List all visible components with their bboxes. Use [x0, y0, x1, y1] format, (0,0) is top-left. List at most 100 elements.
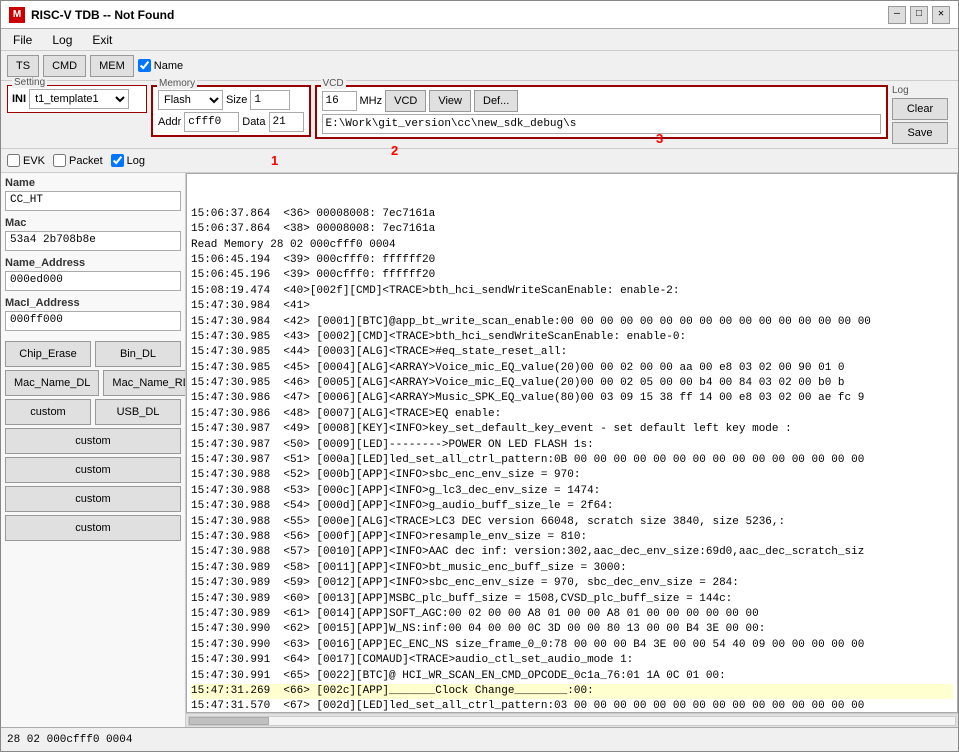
custom5-button[interactable]: custom — [5, 515, 181, 541]
log-line: 15:47:30.988 <56> [000f][APP]<INFO>resam… — [191, 530, 953, 545]
usb-dl-button[interactable]: USB_DL — [95, 399, 181, 425]
horizontal-scrollbar[interactable] — [186, 713, 958, 727]
window-title: RISC-V TDB -- Not Found — [31, 8, 174, 22]
custom1-button[interactable]: custom — [5, 399, 91, 425]
log-line: 15:47:30.990 <63> [0016][APP]EC_ENC_NS s… — [191, 638, 953, 653]
save-button[interactable]: Save — [892, 122, 948, 144]
evk-checkbox-label[interactable]: EVK — [7, 154, 45, 167]
log-line: 15:06:37.864 <38> 00008008: 7ec7161a — [191, 222, 953, 237]
log-line: 15:47:30.990 <62> [0015][APP]W_NS:inf:00… — [191, 622, 953, 637]
vcd-freq-input[interactable] — [322, 91, 357, 111]
vcd-section: VCD MHz VCD View Def... — [315, 85, 889, 139]
close-button[interactable]: ✕ — [932, 6, 950, 24]
log-line: 15:08:19.474 <40>[002f][CMD]<TRACE>bth_h… — [191, 284, 953, 299]
log-line: 15:47:30.988 <53> [000c][APP]<INFO>g_lc3… — [191, 484, 953, 499]
app-icon: M — [9, 7, 25, 23]
name-checkbox-label[interactable]: Name — [138, 59, 183, 72]
mac-name-dl-button[interactable]: Mac_Name_DL — [5, 370, 99, 396]
log-line: 15:47:30.989 <58> [0011][APP]<INFO>bt_mu… — [191, 561, 953, 576]
memory-label: Memory — [157, 78, 197, 89]
memory-section: Memory Flash Size Addr Data — [151, 85, 311, 137]
name-field: Name CC_HT — [5, 177, 181, 211]
log-line: 15:47:30.985 <44> [0003][ALG]<TRACE>#eq_… — [191, 345, 953, 360]
vcd-label: VCD — [321, 78, 346, 89]
log-line: 15:47:30.988 <55> [000e][ALG]<TRACE>LC3 … — [191, 515, 953, 530]
menu-file[interactable]: File — [9, 32, 36, 48]
log-line: 15:47:30.988 <52> [000b][APP]<INFO>sbc_e… — [191, 468, 953, 483]
log-line: 15:47:30.991 <64> [0017][COMAUD]<TRACE>a… — [191, 653, 953, 668]
log-area: 15:06:37.864 <36> 00008008: 7ec7161a15:0… — [186, 173, 958, 727]
name-address-label: Name_Address — [5, 257, 181, 269]
mac-field: Mac 53a4 2b708b8e — [5, 217, 181, 251]
clear-button[interactable]: Clear — [892, 98, 948, 120]
name-field-label: Name — [5, 177, 181, 189]
top-controls-row: 1 2 3 Setting INI t1_template1 Memory Fl… — [1, 81, 958, 149]
custom3-button[interactable]: custom — [5, 457, 181, 483]
log-line: 15:47:31.570 <67> [002d][LED]led_set_all… — [191, 699, 953, 713]
log-line: 15:47:30.987 <51> [000a][LED]led_set_all… — [191, 453, 953, 468]
packet-checkbox-label[interactable]: Packet — [53, 154, 103, 167]
left-panel: Name CC_HT Mac 53a4 2b708b8e Name_Addres… — [1, 173, 186, 727]
log-output[interactable]: 15:06:37.864 <36> 00008008: 7ec7161a15:0… — [186, 173, 958, 713]
evk-label: EVK — [23, 155, 45, 167]
mac-name-rd-button[interactable]: Mac_Name_RD — [103, 370, 186, 396]
maximize-button[interactable]: □ — [910, 6, 928, 24]
log-line: 15:47:30.987 <49> [0008][KEY]<INFO>key_s… — [191, 422, 953, 437]
name-label: Name — [154, 60, 183, 72]
data-label: Data — [242, 116, 265, 128]
custom4-button[interactable]: custom — [5, 486, 181, 512]
custom2-button[interactable]: custom — [5, 428, 181, 454]
chip-erase-button[interactable]: Chip_Erase — [5, 341, 91, 367]
memory-type-select[interactable]: Flash — [158, 90, 223, 110]
name-address-value: 000ed000 — [5, 271, 181, 291]
log-line: 15:47:30.987 <50> [0009][LED]-------->PO… — [191, 438, 953, 453]
log-line: 15:47:30.984 <41> — [191, 299, 953, 314]
log-line: 15:47:30.989 <60> [0013][APP]MSBC_plc_bu… — [191, 592, 953, 607]
log-line: 15:06:45.194 <39> 000cfff0: ffffff20 — [191, 253, 953, 268]
packet-checkbox[interactable] — [53, 154, 66, 167]
log-checkbox-label[interactable]: Log — [111, 154, 145, 167]
vcd-path-input[interactable] — [322, 114, 882, 134]
size-input[interactable] — [250, 90, 290, 110]
addr-label: Addr — [158, 116, 181, 128]
addr-input[interactable] — [184, 112, 239, 132]
title-bar: M RISC-V TDB -- Not Found — □ ✕ — [1, 1, 958, 29]
mac-field-value: 53a4 2b708b8e — [5, 231, 181, 251]
minimize-button[interactable]: — — [888, 6, 906, 24]
menu-exit[interactable]: Exit — [88, 32, 116, 48]
log-line: 15:47:30.988 <54> [000d][APP]<INFO>g_aud… — [191, 499, 953, 514]
log-label: Log — [127, 155, 145, 167]
window: M RISC-V TDB -- Not Found — □ ✕ File Log… — [0, 0, 959, 752]
log-line: 15:47:30.984 <42> [0001][BTC]@app_bt_wri… — [191, 315, 953, 330]
tab-ts[interactable]: TS — [7, 55, 39, 77]
macl-address-value: 000ff000 — [5, 311, 181, 331]
ini-label: INI — [12, 93, 26, 105]
mac-field-label: Mac — [5, 217, 181, 229]
vcd-freq-unit: MHz — [360, 95, 383, 107]
def-button[interactable]: Def... — [474, 90, 518, 112]
main-content: Name CC_HT Mac 53a4 2b708b8e Name_Addres… — [1, 173, 958, 727]
toolbar-row: TS CMD MEM Name — [1, 51, 958, 81]
vcd-button[interactable]: VCD — [385, 90, 426, 112]
menu-log[interactable]: Log — [48, 32, 76, 48]
log-line: 15:47:30.991 <65> [0022][BTC]@ HCI_WR_SC… — [191, 669, 953, 684]
view-button[interactable]: View — [429, 90, 471, 112]
tab-cmd[interactable]: CMD — [43, 55, 86, 77]
log-line: 15:47:30.986 <47> [0006][ALG]<ARRAY>Musi… — [191, 391, 953, 406]
data-input[interactable] — [269, 112, 304, 132]
status-value: 28 02 000cfff0 0004 — [7, 734, 132, 746]
name-checkbox[interactable] — [138, 59, 151, 72]
setting-label: Setting — [12, 77, 47, 88]
log-line: 15:47:30.986 <48> [0007][ALG]<TRACE>EQ e… — [191, 407, 953, 422]
evk-checkbox[interactable] — [7, 154, 20, 167]
log-line: 15:47:30.988 <57> [0010][APP]<INFO>AAC d… — [191, 545, 953, 560]
log-line: 15:47:30.985 <45> [0004][ALG]<ARRAY>Voic… — [191, 361, 953, 376]
template-select[interactable]: t1_template1 — [29, 89, 129, 109]
tab-mem[interactable]: MEM — [90, 55, 134, 77]
bin-dl-button[interactable]: Bin_DL — [95, 341, 181, 367]
menu-bar: File Log Exit — [1, 29, 958, 51]
log-line: 15:47:30.989 <59> [0012][APP]<INFO>sbc_e… — [191, 576, 953, 591]
log-line: 15:47:30.985 <46> [0005][ALG]<ARRAY>Voic… — [191, 376, 953, 391]
buttons-section: Chip_Erase Bin_DL Mac_Name_DL Mac_Name_R… — [5, 341, 181, 541]
log-checkbox[interactable] — [111, 154, 124, 167]
